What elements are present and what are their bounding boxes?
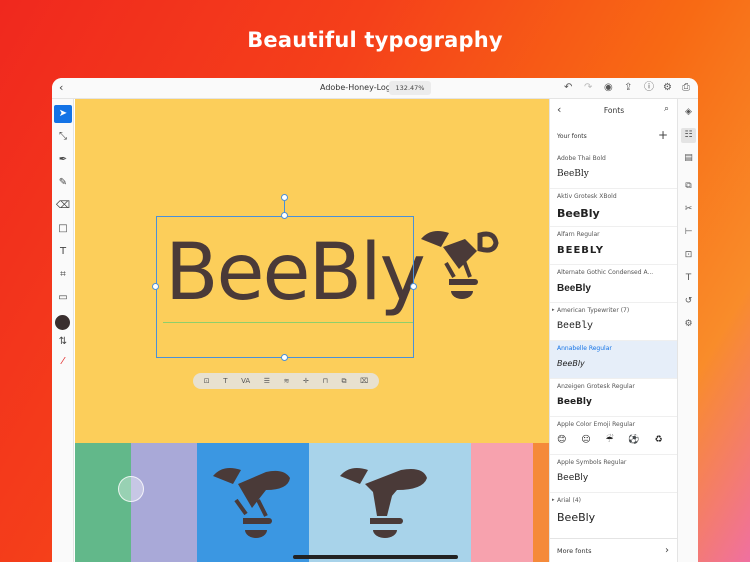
bee-logo-icon <box>213 468 290 538</box>
left-toolbar: ➤ ⤡ ✒ ✎ ⌫ □ T ⌗ ▭ ⇅ ⁄ <box>52 99 74 562</box>
fonts-panel: ‹ Fonts ⌕ Your fonts + Adobe Thai Bold B… <box>549 99 678 562</box>
export-icon[interactable]: ⎙ <box>682 82 690 94</box>
swatch-orange <box>533 443 549 562</box>
chevron-right-icon: › <box>665 545 669 556</box>
text-frame-icon[interactable]: ⊡ <box>204 377 210 385</box>
pencil-tool-icon[interactable]: ✎ <box>54 174 72 192</box>
expand-icon[interactable]: ▸ <box>552 497 555 503</box>
left-handle[interactable] <box>152 283 159 290</box>
pen-tool-icon[interactable]: ✒ <box>54 151 72 169</box>
tracking-icon[interactable]: VA <box>241 377 250 385</box>
panel-title: Fonts <box>603 106 625 115</box>
right-rail: ◈ ☷ ▤ ⧉ ✂ ⊢ ⊡ T ↺ ⚙ <box>677 99 698 562</box>
more-fonts-label: More fonts <box>557 547 592 555</box>
lock-icon[interactable]: ⊓ <box>322 377 327 385</box>
libraries-icon[interactable]: ▤ <box>681 151 696 166</box>
settings-panel-icon[interactable]: ⚙ <box>681 317 696 332</box>
eraser-tool-icon[interactable]: ⌫ <box>54 197 72 215</box>
type-panel-icon[interactable]: T <box>681 271 696 286</box>
layers-icon[interactable]: ◈ <box>681 105 696 120</box>
spacing-icon[interactable]: ≋ <box>284 377 290 385</box>
selection-box[interactable] <box>156 216 414 358</box>
font-item[interactable]: ▸ Arial (4) BeeBly <box>550 493 678 531</box>
panel-header: ‹ Fonts ⌕ <box>550 99 678 121</box>
swatch-green <box>75 443 131 562</box>
path-icon[interactable]: ✂ <box>681 202 696 217</box>
font-item[interactable]: Alternate Gothic Condensed A... BeeBly <box>550 265 678 303</box>
font-item[interactable]: Anzeigen Grotesk Regular BeeBly <box>550 379 678 417</box>
artboard-canvas[interactable]: BeeBly ⊡ T VA ☰ ≋ ✛ ⊓ ⧉ ⌧ <box>75 99 549 562</box>
select-tool-icon[interactable]: ➤ <box>54 105 72 123</box>
headline: Beautiful typography <box>247 28 503 52</box>
shape-tool-icon[interactable]: □ <box>54 220 72 238</box>
type-tool-icon[interactable]: T <box>54 243 72 261</box>
baseline-guide <box>163 322 413 323</box>
more-fonts-link[interactable]: More fonts › <box>550 538 678 562</box>
direct-select-tool-icon[interactable]: ⤡ <box>54 128 72 146</box>
font-item[interactable]: Apple Symbols Regular BeeBly <box>550 455 678 493</box>
swatch-lavender <box>131 443 197 562</box>
group-icon[interactable]: ⧉ <box>342 377 347 386</box>
share-icon[interactable]: ⇪ <box>624 82 632 94</box>
align-panel-icon[interactable]: ⊢ <box>681 225 696 240</box>
list-icon[interactable]: ☰ <box>264 377 270 385</box>
crop-tool-icon[interactable]: ⌗ <box>54 266 72 284</box>
font-item[interactable]: Alfarn Regular BEEBLY <box>550 227 678 265</box>
top-bar: ‹ Adobe-Honey-Logo 132.47% ↶ ↷ ◉ ⇪ ⓘ ⚙ ⎙ <box>52 78 698 99</box>
bee-logo-icon <box>340 468 427 538</box>
font-item[interactable]: ▸ American Typewriter (7) BeeBly <box>550 303 678 341</box>
context-toolbar: ⊡ T VA ☰ ≋ ✛ ⊓ ⧉ ⌧ <box>193 373 379 389</box>
redo-icon[interactable]: ↷ <box>584 82 592 94</box>
trash-icon[interactable]: ⌧ <box>360 377 368 385</box>
font-item[interactable]: Apple Color Emoji Regular 😊 😐 ☔ ⚽ ♻ <box>550 417 678 455</box>
right-handle[interactable] <box>410 283 417 290</box>
properties-icon[interactable]: ☷ <box>681 128 696 143</box>
rotate-handle[interactable] <box>281 194 288 201</box>
arrange-icon[interactable]: ⧉ <box>681 179 696 194</box>
home-indicator <box>293 555 458 559</box>
chevron-left-icon[interactable]: ‹ <box>59 81 63 94</box>
zoom-level[interactable]: 132.47% <box>389 81 431 95</box>
swatch-pink <box>471 443 533 562</box>
stroke-none-icon[interactable]: ⁄ <box>54 353 72 371</box>
bottom-handle[interactable] <box>281 354 288 361</box>
help-icon[interactable]: ⓘ <box>644 82 654 94</box>
fill-color-swatch[interactable] <box>55 315 70 330</box>
image-tool-icon[interactable]: ▭ <box>54 289 72 307</box>
font-item[interactable]: Aktiv Grotesk XBold BeeBly <box>550 189 678 227</box>
bee-logo-icon <box>421 231 499 299</box>
transform-icon[interactable]: ⊡ <box>681 248 696 263</box>
document-title[interactable]: Adobe-Honey-Logo <box>320 83 396 92</box>
undo-icon[interactable]: ↶ <box>564 82 572 94</box>
app-window: ‹ Adobe-Honey-Logo 132.47% ↶ ↷ ◉ ⇪ ⓘ ⚙ ⎙… <box>52 78 698 562</box>
touch-indicator <box>118 476 144 502</box>
collaborate-icon[interactable]: ◉ <box>604 82 613 94</box>
section-label: Your fonts <box>557 133 587 140</box>
top-handle[interactable] <box>281 212 288 219</box>
swap-colors-icon[interactable]: ⇅ <box>54 333 72 351</box>
settings-icon[interactable]: ⚙ <box>663 82 672 94</box>
font-item[interactable]: Adobe Thai Bold BeeBly <box>550 151 678 189</box>
font-item-selected[interactable]: Annabelle Regular BeeBly <box>550 341 678 379</box>
add-icon[interactable]: + <box>658 128 668 142</box>
align-icon[interactable]: ✛ <box>303 377 309 385</box>
search-icon[interactable]: ⌕ <box>664 104 669 114</box>
expand-icon[interactable]: ▸ <box>552 307 555 313</box>
repeat-icon[interactable]: ↺ <box>681 294 696 309</box>
type-size-icon[interactable]: T <box>223 377 227 385</box>
